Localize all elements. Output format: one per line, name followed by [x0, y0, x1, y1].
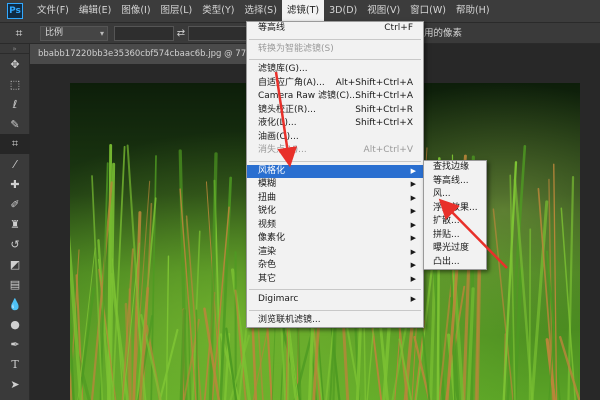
submenu-arrow-icon: ▶	[410, 247, 416, 256]
menu-item-distort[interactable]: 扭曲 ▶	[247, 192, 423, 206]
pen-tool-icon[interactable]: ✒	[0, 334, 30, 354]
menu-item-video[interactable]: 视频 ▶	[247, 219, 423, 233]
stamp-tool-icon[interactable]: ♜	[0, 214, 30, 234]
tools-panel: » ✥ ⬚ ℓ ✎ ⌗ ⁄ ✚ ✐ ♜ ↺ ◩ ▤ 💧 ● ✒ T ➤ ▭	[0, 44, 30, 400]
grass-blade	[195, 309, 199, 400]
menu-item-lens-correction[interactable]: 镜头校正(R)... Shift+Ctrl+R	[247, 104, 423, 118]
healing-tool-icon[interactable]: ✚	[0, 174, 30, 194]
crop-tool-icon[interactable]: ⌗	[0, 134, 30, 154]
submenu-item-emboss[interactable]: 浮雕效果...	[424, 202, 486, 216]
menu-image[interactable]: 图像(I)	[116, 0, 155, 22]
menu-file[interactable]: 文件(F)	[32, 0, 74, 22]
swap-icon[interactable]: ⇄	[174, 28, 188, 39]
menu-item-filter-gallery[interactable]: 滤镜库(G)...	[247, 63, 423, 77]
gradient-tool-icon[interactable]: ▤	[0, 274, 30, 294]
menu-item-pixelate[interactable]: 像素化 ▶	[247, 232, 423, 246]
menu-item-browse-online-filters[interactable]: 浏览联机滤镜...	[247, 314, 423, 328]
menu-separator	[249, 289, 421, 290]
menu-bar: Ps 文件(F) 编辑(E) 图像(I) 图层(L) 类型(Y) 选择(S) 滤…	[0, 0, 600, 22]
height-input[interactable]	[188, 25, 248, 41]
lasso-tool-icon[interactable]: ℓ	[0, 94, 30, 114]
marquee-tool-icon[interactable]: ⬚	[0, 74, 30, 94]
menu-layer[interactable]: 图层(L)	[156, 0, 198, 22]
menu-item-digimarc[interactable]: Digimarc ▶	[247, 293, 423, 307]
submenu-arrow-icon: ▶	[410, 261, 416, 269]
blur-tool-icon[interactable]: 💧	[0, 294, 30, 314]
photoshop-logo: Ps	[4, 0, 26, 22]
menu-help[interactable]: 帮助(H)	[451, 0, 495, 22]
width-input[interactable]	[114, 25, 174, 41]
move-tool-icon[interactable]: ✥	[0, 54, 30, 74]
menu-3d[interactable]: 3D(D)	[324, 0, 362, 22]
menu-item-camera-raw[interactable]: Camera Raw 滤镜(C)... Shift+Ctrl+A	[247, 90, 423, 104]
history-brush-icon[interactable]: ↺	[0, 234, 30, 254]
submenu-arrow-icon: ▶	[410, 274, 416, 283]
menu-edit[interactable]: 编辑(E)	[74, 0, 116, 22]
menu-filter[interactable]: 滤镜(T)	[281, 0, 325, 22]
submenu-item-extrude[interactable]: 凸出...	[424, 256, 486, 270]
submenu-item-solarize[interactable]: 曝光过度	[424, 242, 486, 256]
menu-item-blur[interactable]: 模糊 ▶	[247, 178, 423, 192]
submenu-item-wind[interactable]: 风...	[424, 188, 486, 202]
submenu-arrow-icon: ▶	[410, 220, 416, 229]
submenu-arrow-icon: ▶	[410, 180, 416, 188]
menu-view[interactable]: 视图(V)	[362, 0, 405, 22]
brush-tool-icon[interactable]: ✐	[0, 194, 30, 214]
submenu-arrow-icon: ▶	[410, 234, 416, 242]
menu-item-render[interactable]: 渲染 ▶	[247, 246, 423, 260]
menu-window[interactable]: 窗口(W)	[405, 0, 451, 22]
menu-item-noise[interactable]: 杂色 ▶	[247, 259, 423, 273]
submenu-arrow-icon: ▶	[410, 207, 416, 215]
stylize-submenu: 查找边缘 等高线... 风... 浮雕效果... 扩散... 拼贴... 曝光过…	[423, 160, 487, 270]
menu-item-convert-smart-filter: 转换为智能滤镜(S)	[258, 43, 334, 54]
eraser-tool-icon[interactable]: ◩	[0, 254, 30, 274]
menu-type[interactable]: 类型(Y)	[197, 0, 239, 22]
submenu-item-find-edges[interactable]: 查找边缘	[424, 161, 486, 175]
path-select-tool-icon[interactable]: ➤	[0, 374, 30, 394]
menu-item-oil-paint[interactable]: 油画(O)...	[247, 131, 423, 145]
type-tool-icon[interactable]: T	[0, 354, 30, 374]
panel-grip-icon[interactable]: »	[0, 44, 29, 54]
menu-separator	[249, 160, 421, 162]
submenu-arrow-icon: ▶	[410, 295, 416, 303]
shape-tool-icon[interactable]: ▭	[0, 394, 30, 400]
menu-item-adaptive-wide-angle[interactable]: 自适应广角(A)... Alt+Shift+Ctrl+A	[247, 77, 423, 91]
submenu-item-tiles[interactable]: 拼贴...	[424, 229, 486, 243]
menu-item-last-filter[interactable]: 等高线 Ctrl+F	[247, 22, 423, 36]
menu-select[interactable]: 选择(S)	[239, 0, 281, 22]
eyedropper-tool-icon[interactable]: ⁄	[0, 154, 30, 174]
menu-separator	[249, 309, 421, 311]
delete-pixels-label: 用的像素	[424, 28, 463, 39]
submenu-item-contour[interactable]: 等高线...	[424, 175, 486, 189]
menu-item-liquify[interactable]: 液化(L)... Shift+Ctrl+X	[247, 117, 423, 131]
menu-item-other[interactable]: 其它 ▶	[247, 273, 423, 287]
submenu-arrow-icon: ▶	[410, 193, 416, 202]
dodge-tool-icon[interactable]: ●	[0, 314, 30, 334]
crop-tool-preset-icon[interactable]: ⌗	[6, 24, 32, 42]
quick-select-tool-icon[interactable]: ✎	[0, 114, 30, 134]
menu-item-sharpen[interactable]: 锐化 ▶	[247, 205, 423, 219]
menu-item-stylize[interactable]: 风格化 ▶	[247, 164, 423, 178]
submenu-arrow-icon: ▶	[410, 166, 416, 175]
menu-item-vanishing-point: 消失点(V)... Alt+Ctrl+V	[258, 145, 413, 155]
filter-menu: 等高线 Ctrl+F 转换为智能滤镜(S) 滤镜库(G)... 自适应广角(A).…	[246, 21, 424, 328]
document-tab[interactable]: bbabb17220bb3e35360cbf574cbaac6b.jpg @ 7…	[30, 44, 258, 64]
menu-separator	[249, 38, 421, 40]
ratio-select[interactable]: 比例	[40, 25, 108, 41]
submenu-item-diffuse[interactable]: 扩散...	[424, 215, 486, 229]
menu-separator	[249, 59, 421, 60]
